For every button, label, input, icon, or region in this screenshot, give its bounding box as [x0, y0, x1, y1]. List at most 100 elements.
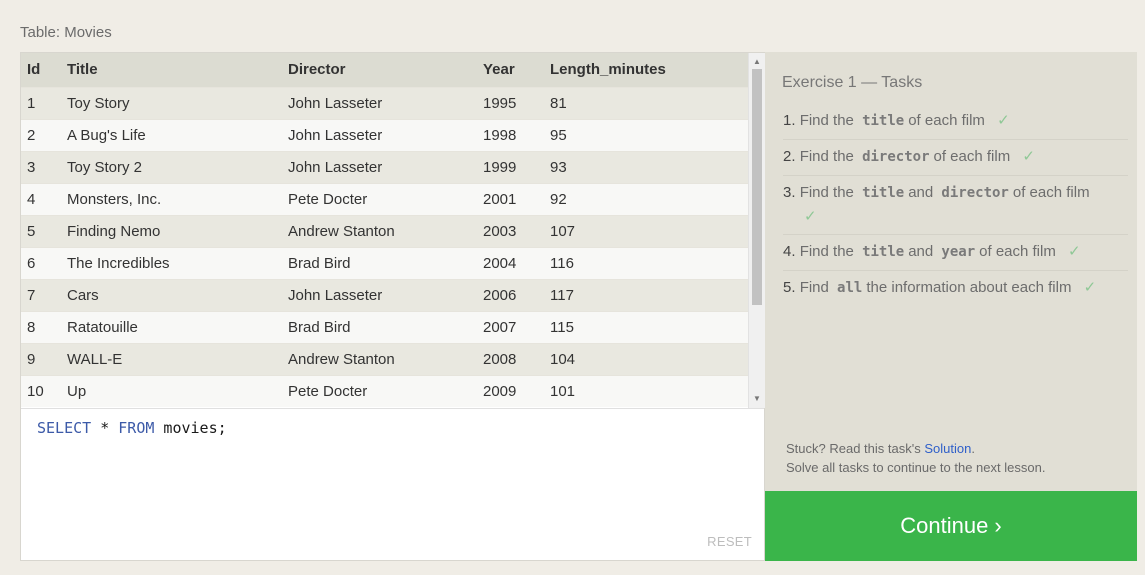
task-item: 2. Find the director of each film ✓ [783, 140, 1128, 176]
checkmark-icon: ✓ [1022, 148, 1035, 165]
task-text: Find the [799, 243, 854, 260]
task-number: 2. [783, 148, 796, 165]
task-text: and [908, 243, 934, 260]
table-row: 1 Toy Story John Lasseter 1995 81 [21, 86, 748, 119]
cell-title: Up [67, 374, 288, 407]
column-header-id: Id [21, 53, 67, 87]
table-row: 3 Toy Story 2 John Lasseter 1999 93 [21, 150, 748, 183]
stuck-text: Stuck? Read this task's [786, 441, 925, 456]
cell-id: 10 [21, 374, 67, 407]
cell-year: 1999 [483, 150, 550, 183]
task-keyword: director [862, 149, 930, 165]
task-text: Find the [799, 184, 854, 201]
cell-year: 2004 [483, 246, 550, 279]
cell-director: Pete Docter [288, 374, 483, 407]
cell-id: 6 [21, 246, 67, 279]
table-row: 8 Ratatouille Brad Bird 2007 115 [21, 310, 748, 343]
table-caption: Table: Movies [20, 24, 112, 41]
sql-editor[interactable]: SELECT * FROM movies; RESET [21, 408, 764, 560]
reset-button[interactable]: RESET [707, 534, 752, 549]
cell-id: 2 [21, 118, 67, 151]
task-keyword: all [837, 280, 863, 296]
checkmark-icon: ✓ [1083, 279, 1097, 296]
sql-keyword-select: SELECT [37, 419, 92, 437]
table-row: 9 WALL-E Andrew Stanton 2008 104 [21, 342, 748, 375]
task-text: of each film [979, 243, 1056, 260]
table-row: 5 Finding Nemo Andrew Stanton 2003 107 [21, 214, 748, 247]
sql-query-line[interactable]: SELECT * FROM movies; [37, 419, 227, 437]
scroll-up-icon[interactable]: ▲ [749, 55, 765, 69]
cell-title: Monsters, Inc. [67, 182, 288, 215]
cell-title: Ratatouille [67, 310, 288, 343]
cell-title: The Incredibles [67, 246, 288, 279]
task-text: of each film [908, 112, 985, 129]
cell-year: 1995 [483, 86, 550, 119]
cell-title: Finding Nemo [67, 214, 288, 247]
table-row: 10 Up Pete Docter 2009 101 [21, 374, 748, 407]
cell-year: 2009 [483, 374, 550, 407]
task-item: 4. Find the title and year of each film ✓ [783, 235, 1128, 271]
cell-length: 115 [550, 310, 748, 343]
cell-id: 4 [21, 182, 67, 215]
task-text: and [908, 184, 934, 201]
task-text: Find the [799, 148, 854, 165]
cell-director: John Lasseter [288, 86, 483, 119]
cell-length: 107 [550, 214, 748, 247]
table-row: 2A Bug's Life John Lasseter 1998 95 [21, 118, 748, 151]
cell-title: A Bug's Life [67, 118, 288, 151]
cell-id: 5 [21, 214, 67, 247]
table-row: 6 The Incredibles Brad Bird 2004 116 [21, 246, 748, 279]
cell-title: WALL-E [67, 342, 288, 375]
task-number: 1. [783, 112, 796, 129]
results-table-container: Id Title Director Year Length_minutes 1T… [21, 53, 748, 408]
task-item: 5. Find all the information about each fi… [783, 271, 1128, 306]
table-row: 7 Cars John Lasseter 2006 117 [21, 278, 748, 311]
cell-length: 104 [550, 342, 748, 375]
cell-length: 93 [550, 150, 748, 183]
scroll-down-icon[interactable]: ▼ [749, 392, 765, 406]
task-keyword: title [862, 244, 905, 260]
task-text: of each film [933, 148, 1011, 165]
table-header-row: Id Title Director Year Length_minutes [21, 53, 748, 87]
cell-length: 101 [550, 374, 748, 407]
continue-button[interactable]: Continue › [765, 491, 1137, 561]
cell-director: Andrew Stanton [288, 214, 483, 247]
cell-id: 1 [21, 86, 67, 119]
cell-director: Brad Bird [288, 310, 483, 343]
task-text: of each film [1012, 184, 1090, 201]
table-scrollbar[interactable]: ▲ ▼ [748, 53, 765, 408]
scroll-thumb[interactable] [752, 69, 762, 305]
exercise-panel: Exercise 1 — Tasks 1. Find the title of e… [765, 52, 1137, 561]
sql-table-name: movies; [154, 419, 227, 437]
checkmark-icon: ✓ [1068, 243, 1081, 260]
task-number: 5. [783, 279, 796, 296]
solve-all-text: Solve all tasks to continue to the next … [786, 460, 1046, 475]
task-keyword: year [941, 244, 976, 260]
cell-director: John Lasseter [288, 278, 483, 311]
task-number: 3. [783, 184, 796, 201]
cell-title: Toy Story 2 [67, 150, 288, 183]
cell-year: 2007 [483, 310, 550, 343]
results-table: Id Title Director Year Length_minutes 1T… [21, 53, 748, 407]
cell-length: 117 [550, 278, 748, 311]
task-item: 3. Find the title and director of each fil… [783, 176, 1128, 235]
checkmark-icon: ✓ [997, 112, 1010, 129]
cell-title: Toy Story [67, 86, 288, 119]
cell-length: 81 [550, 86, 748, 119]
task-text: Find the [799, 112, 854, 129]
table-row: 4 Monsters, Inc. Pete Docter 2001 92 [21, 182, 748, 215]
column-header-title: Title [67, 53, 288, 87]
task-keyword: director [941, 185, 1009, 201]
cell-year: 2008 [483, 342, 550, 375]
cell-director: Andrew Stanton [288, 342, 483, 375]
checkmark-icon: ✓ [804, 208, 817, 225]
task-text: the information about each film [866, 279, 1072, 296]
cell-director: Pete Docter [288, 182, 483, 215]
cell-year: 2006 [483, 278, 550, 311]
help-text: Stuck? Read this task's Solution. Solve … [786, 439, 1045, 477]
cell-title: Cars [67, 278, 288, 311]
solution-link[interactable]: Solution [924, 441, 971, 456]
task-keyword: title [862, 185, 905, 201]
stuck-period: . [971, 441, 975, 456]
task-text: Find [799, 279, 829, 296]
